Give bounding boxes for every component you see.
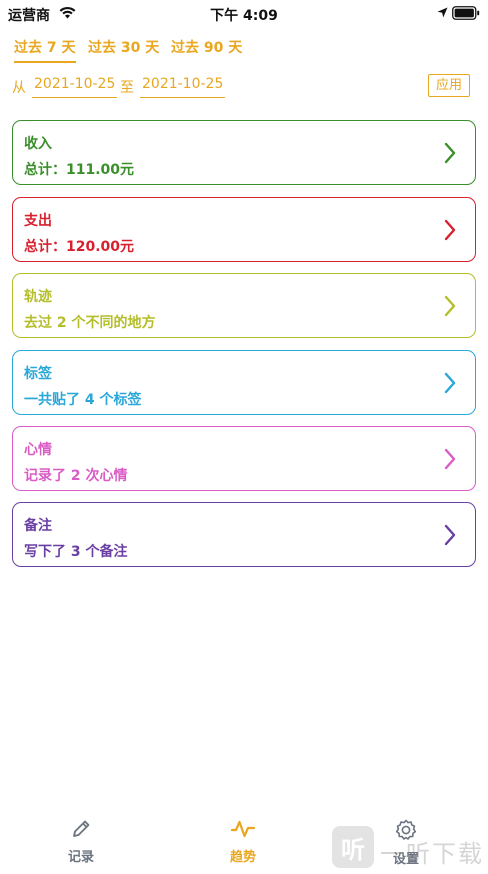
card-title: 心情 [24,442,52,458]
watermark-text: 一听下载 [380,840,484,868]
card-title: 备注 [24,518,52,534]
apply-button[interactable]: 应用 [428,74,470,97]
from-date-field[interactable]: 2021-10-25 [32,74,118,98]
tags-card[interactable]: 标签 一共贴了 4 个标签 [12,350,476,415]
chevron-right-icon [444,142,456,164]
card-summary: 写下了 3 个备注 [24,544,128,560]
track-card[interactable]: 轨迹 去过 2 个不同的地方 [12,273,476,338]
chevron-right-icon [444,372,456,394]
tab-trend[interactable]: 趋势 [208,810,278,865]
expense-card[interactable]: 支出 总计：120.00元 [12,197,476,262]
card-summary: 去过 2 个不同的地方 [24,315,156,331]
trend-icon [231,820,255,838]
income-card[interactable]: 收入 总计：111.00元 [12,120,476,185]
card-title: 支出 [24,213,52,229]
watermark-glyph: 听 [341,836,365,864]
status-bar: 运营商 下午 4:09 [0,0,488,28]
card-summary: 总计：111.00元 [24,162,135,178]
card-title: 轨迹 [24,289,52,305]
chevron-right-icon [444,448,456,470]
chevron-right-icon [444,524,456,546]
pencil-icon [73,820,90,837]
card-summary: 总计：120.00元 [24,239,135,255]
card-summary: 一共贴了 4 个标签 [24,392,142,408]
to-date-field[interactable]: 2021-10-25 [140,74,226,98]
status-time: 下午 4:09 [210,8,278,24]
location-arrow-icon [437,7,448,18]
mood-card[interactable]: 心情 记录了 2 次心情 [12,426,476,491]
chevron-right-icon [444,219,456,241]
card-summary: 记录了 2 次心情 [24,468,128,484]
watermark-badge: 听 [332,826,374,868]
from-label: 从 [12,80,26,96]
watermark-logo: 听 一听下载 [332,826,482,870]
tab-label: 趋势 [229,850,256,865]
card-title: 收入 [24,136,52,152]
date-range-row: 从 2021-10-25 至 2021-10-25 应用 [12,74,476,98]
tab-record[interactable]: 记录 [46,810,116,865]
chevron-right-icon [444,295,456,317]
tab-last-7-days[interactable]: 过去 7 天 [14,37,76,63]
notes-card[interactable]: 备注 写下了 3 个备注 [12,502,476,567]
tab-last-90-days[interactable]: 过去 90 天 [171,37,242,61]
to-label: 至 [120,80,134,96]
tab-label: 记录 [67,850,94,865]
battery-icon [452,6,480,20]
card-title: 标签 [24,366,52,382]
tab-last-30-days[interactable]: 过去 30 天 [88,37,159,61]
